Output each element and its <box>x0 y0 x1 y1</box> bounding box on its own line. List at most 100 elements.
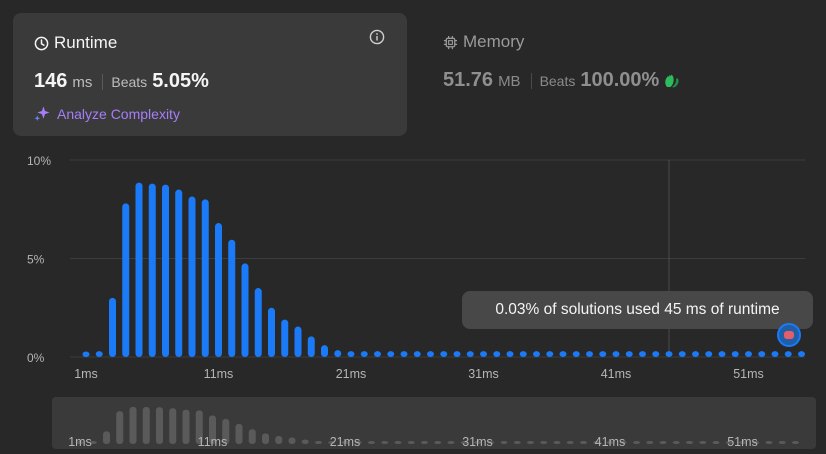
memory-stats: 51.76 MB Beats 100.00% <box>443 69 681 92</box>
analyze-complexity-button[interactable]: Analyze Complexity <box>34 105 180 122</box>
minimap-tick-label: 1ms <box>68 435 92 449</box>
runtime-bar[interactable] <box>705 351 713 357</box>
runtime-bar[interactable] <box>122 203 130 357</box>
runtime-bar[interactable] <box>678 351 686 357</box>
minimap-bar <box>301 439 309 444</box>
runtime-bar[interactable] <box>559 351 567 357</box>
memory-header[interactable]: Memory <box>443 32 524 52</box>
runtime-bar[interactable] <box>413 351 421 357</box>
runtime-bar[interactable] <box>519 351 527 357</box>
runtime-bar[interactable] <box>652 351 660 357</box>
runtime-bar[interactable] <box>254 288 262 357</box>
runtime-bar[interactable] <box>360 351 368 357</box>
minimap-bar <box>275 436 283 444</box>
runtime-bar[interactable] <box>82 351 90 357</box>
runtime-bar[interactable] <box>294 326 302 357</box>
runtime-bar[interactable] <box>321 345 328 357</box>
minimap-tick-label: 11ms <box>198 435 228 449</box>
clock-icon <box>34 36 49 50</box>
minimap-tick-label: 51ms <box>727 435 758 449</box>
runtime-bar[interactable] <box>493 351 501 357</box>
minimap-bar <box>288 437 296 444</box>
runtime-beats-label: Beats <box>111 74 148 90</box>
runtime-bar[interactable] <box>228 239 236 357</box>
minimap-bar <box>792 441 799 444</box>
runtime-bar[interactable] <box>95 351 103 357</box>
runtime-bar[interactable] <box>440 351 448 357</box>
minimap-bar <box>421 441 428 444</box>
minimap-tick-label: 21ms <box>330 435 361 449</box>
memory-value: 51.76 <box>443 69 494 91</box>
runtime-bar[interactable] <box>506 351 514 357</box>
runtime-bar[interactable] <box>533 351 540 357</box>
minimap-bar <box>394 441 402 444</box>
runtime-beats-value: 5.05% <box>152 70 209 92</box>
runtime-bar[interactable] <box>215 223 222 357</box>
info-icon[interactable] <box>369 29 385 45</box>
runtime-bar[interactable] <box>281 319 289 357</box>
runtime-distribution-chart[interactable]: 10% 5% 0% 1ms 11ms 21ms 31ms 41ms 51ms <box>0 145 826 385</box>
runtime-bar[interactable] <box>771 351 779 357</box>
runtime-bar[interactable] <box>347 351 355 357</box>
runtime-bar[interactable] <box>268 307 275 357</box>
runtime-bar[interactable] <box>692 351 699 357</box>
runtime-bar[interactable] <box>784 351 792 357</box>
runtime-bar[interactable] <box>625 351 633 357</box>
minimap-bar <box>778 441 786 444</box>
x-tick-label: 31ms <box>468 367 499 381</box>
runtime-bar[interactable] <box>387 351 395 357</box>
runtime-bar[interactable] <box>718 351 726 357</box>
runtime-value: 146 <box>34 70 68 92</box>
runtime-bar[interactable] <box>201 199 209 357</box>
runtime-bar[interactable] <box>148 183 156 357</box>
runtime-bar[interactable] <box>400 351 408 357</box>
runtime-bar[interactable] <box>599 351 607 357</box>
minimap-bar <box>553 441 561 444</box>
analyze-complexity-label: Analyze Complexity <box>57 105 180 122</box>
runtime-bar[interactable] <box>162 184 169 357</box>
runtime-header: Runtime <box>34 33 117 53</box>
runtime-bar[interactable] <box>453 351 461 357</box>
runtime-bar[interactable] <box>307 336 315 357</box>
runtime-card[interactable]: Runtime 146 ms Beats 5.05% Analyze Compl… <box>13 13 407 136</box>
minimap-bar <box>646 441 654 444</box>
runtime-bar[interactable] <box>188 196 196 357</box>
minimap-bar <box>580 441 587 444</box>
runtime-bar[interactable] <box>241 263 249 357</box>
runtime-bar[interactable] <box>135 182 143 357</box>
minimap-bar <box>659 441 667 444</box>
runtime-bar[interactable] <box>798 351 805 357</box>
runtime-bar[interactable] <box>546 351 554 357</box>
runtime-bar[interactable] <box>731 351 739 357</box>
user-marker-avatar[interactable] <box>777 323 801 347</box>
minimap-bar <box>116 411 124 444</box>
minimap-bar <box>235 424 243 444</box>
runtime-bar[interactable] <box>572 351 580 357</box>
runtime-bar[interactable] <box>665 351 673 357</box>
runtime-bar[interactable] <box>612 351 620 357</box>
range-minimap[interactable]: 1ms 11ms 21ms 31ms 41ms 51ms <box>0 397 826 454</box>
minimap-bar <box>513 441 521 444</box>
minimap-bar <box>315 441 322 444</box>
runtime-bar[interactable] <box>374 351 381 357</box>
runtime-bar[interactable] <box>427 351 434 357</box>
minimap-bar <box>381 441 389 444</box>
runtime-title: Runtime <box>54 33 118 52</box>
memory-unit: MB <box>498 73 521 90</box>
minimap-bar <box>129 406 137 444</box>
minimap-tick-label: 41ms <box>595 435 626 449</box>
runtime-bar[interactable] <box>745 351 752 357</box>
runtime-bar[interactable] <box>109 297 116 357</box>
runtime-bar[interactable] <box>334 350 342 357</box>
minimap-bar <box>699 441 707 444</box>
runtime-bar[interactable] <box>480 351 487 357</box>
runtime-bar[interactable] <box>175 189 183 357</box>
runtime-stats: 146 ms Beats 5.05% <box>34 70 209 93</box>
minimap-bar <box>527 441 534 444</box>
runtime-bar[interactable] <box>586 351 593 357</box>
minimap-bar <box>566 441 574 444</box>
runtime-bar[interactable] <box>466 351 474 357</box>
runtime-bar[interactable] <box>639 351 646 357</box>
divider <box>530 72 532 89</box>
runtime-bar[interactable] <box>758 351 766 357</box>
